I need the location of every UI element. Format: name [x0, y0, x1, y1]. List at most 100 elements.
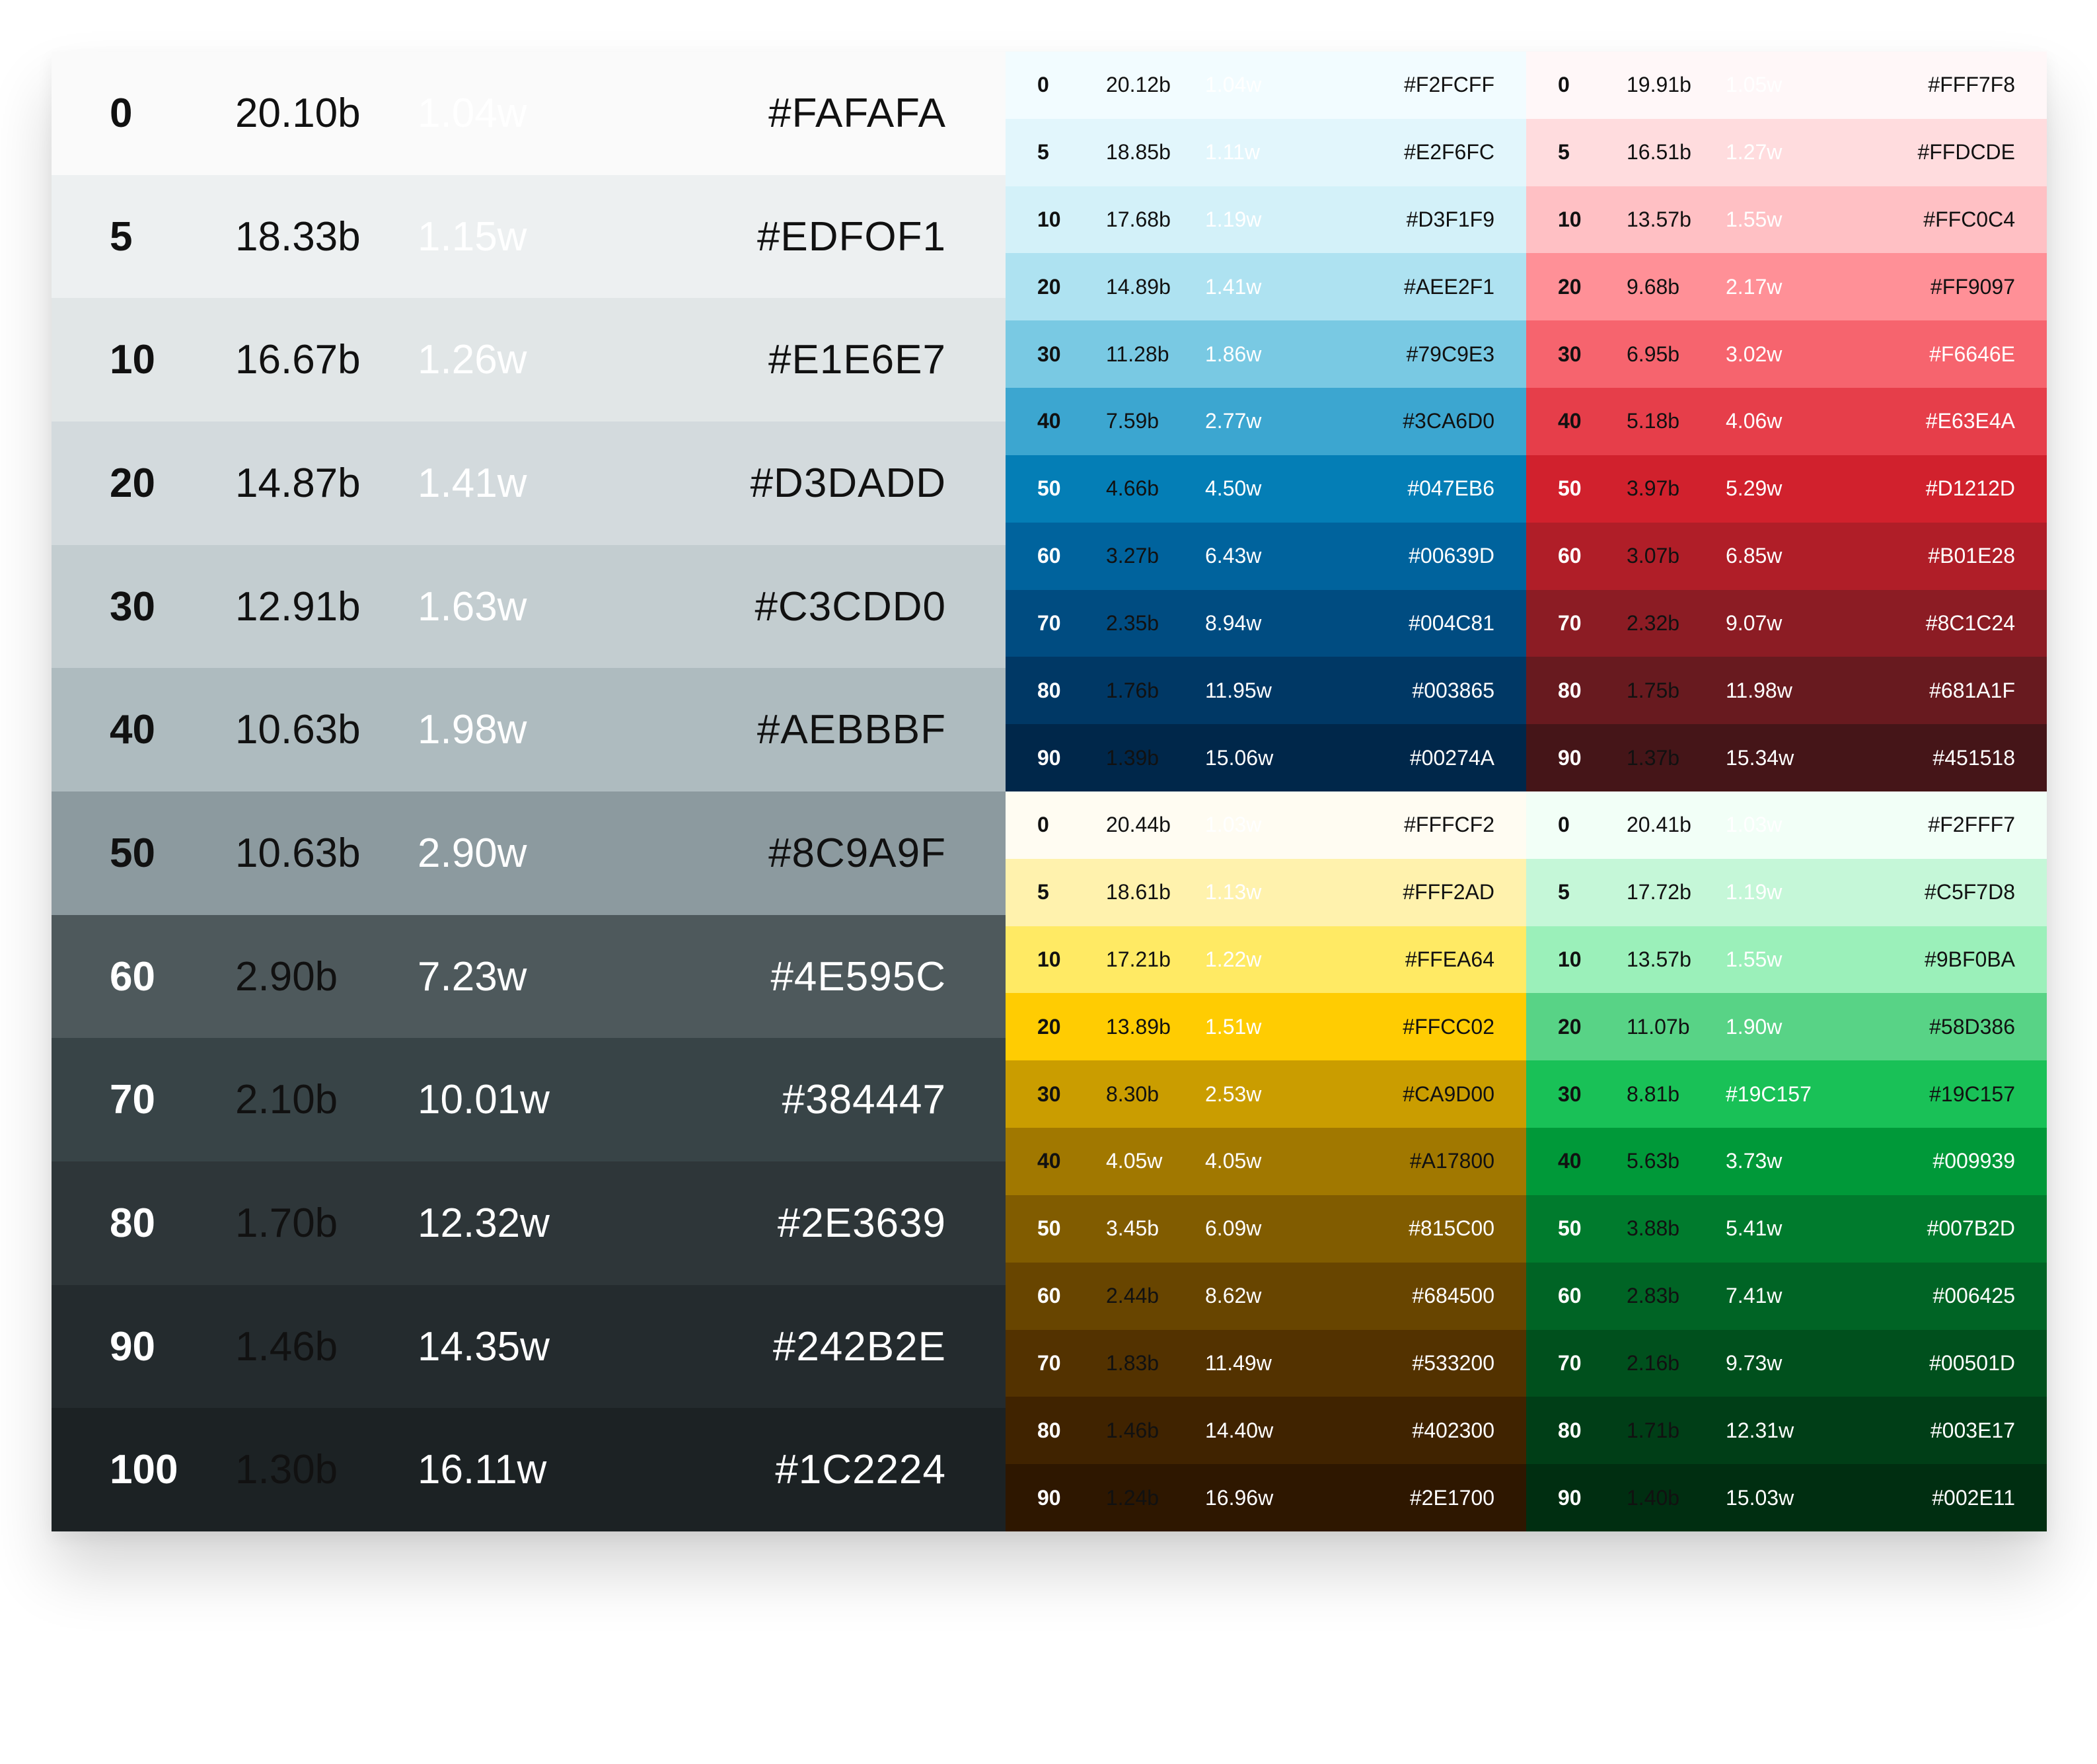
yellow-row-60: 60 2.44b 8.62w #684500 — [1006, 1262, 1526, 1330]
step-label: 100 — [110, 1447, 178, 1493]
contrast-black: 8.30b — [1106, 1082, 1159, 1106]
step-label: 0 — [1037, 813, 1049, 837]
contrast-white: 14.35w — [418, 1323, 550, 1370]
hex-value: #B01E28 — [1928, 544, 2015, 568]
yellow-row-20: 20 13.89b 1.51w #FFCC02 — [1006, 993, 1526, 1061]
step-label: 10 — [1558, 947, 1582, 972]
contrast-black: 17.21b — [1106, 947, 1171, 972]
hex-value: #F6646E — [1929, 342, 2015, 366]
contrast-black: 6.95b — [1627, 342, 1680, 366]
contrast-black: 3.45b — [1106, 1216, 1159, 1241]
contrast-white: 11.49w — [1205, 1350, 1272, 1375]
contrast-black: 2.44b — [1106, 1284, 1159, 1308]
contrast-black: 10.63b — [235, 830, 361, 876]
contrast-black: 7.59b — [1106, 409, 1159, 433]
green-row-60: 60 2.83b 7.41w #006425 — [1526, 1262, 2047, 1330]
contrast-white: 6.85w — [1726, 544, 1783, 568]
accent-ramps-grid: 0 20.12b 1.04w #F2FCFF 5 18.85b 1.11w #E2F6FC 10… — [1006, 52, 2047, 1531]
hex-value: #CA9D00 — [1403, 1082, 1494, 1106]
step-label: 60 — [110, 953, 155, 1000]
red-row-20: 20 9.68b 2.17w #FF9097 — [1526, 253, 2047, 321]
contrast-black: 11.07b — [1627, 1014, 1690, 1039]
neutral-row-5: 5 18.33b 1.15w #EDFOF1 — [52, 174, 1006, 299]
contrast-white: 1.22w — [1205, 947, 1262, 972]
contrast-white: 1.26w — [418, 337, 527, 383]
neutral-row-80: 80 1.70b 12.32w #2E3639 — [52, 1161, 1006, 1285]
step-label: 0 — [110, 90, 133, 136]
contrast-black: 13.57b — [1627, 207, 1691, 232]
contrast-white: 6.09w — [1205, 1216, 1262, 1241]
step-label: 50 — [1558, 476, 1582, 501]
step-label: 70 — [1558, 1350, 1582, 1375]
step-label: 90 — [110, 1323, 155, 1370]
step-label: 0 — [1558, 813, 1570, 837]
hex-value: #8C1C24 — [1925, 610, 2015, 635]
hex-value: #2E1700 — [1409, 1485, 1494, 1510]
step-label: 70 — [1037, 1350, 1061, 1375]
contrast-black: 2.10b — [235, 1077, 338, 1123]
contrast-white: 1.15w — [418, 213, 527, 260]
contrast-black: 4.66b — [1106, 476, 1159, 501]
blue-row-70: 70 2.35b 8.94w #004C81 — [1006, 589, 1526, 657]
contrast-black: 3.27b — [1106, 544, 1159, 568]
contrast-black: 1.30b — [235, 1447, 338, 1493]
yellow-row-80: 80 1.46b 14.40w #402300 — [1006, 1397, 1526, 1465]
contrast-black: 19.91b — [1627, 73, 1691, 97]
contrast-black: 2.16b — [1627, 1350, 1680, 1375]
hex-value: #58D386 — [1929, 1014, 2015, 1039]
neutral-row-40: 40 10.63b 1.98w #AEBBBF — [52, 668, 1006, 792]
step-label: 70 — [110, 1077, 155, 1123]
step-label: 40 — [1558, 1149, 1582, 1173]
yellow-row-40: 40 4.05w 4.05w #A17800 — [1006, 1128, 1526, 1195]
contrast-black: 20.10b — [235, 90, 361, 136]
green-row-80: 80 1.71b 12.31w #003E17 — [1526, 1397, 2047, 1465]
green-row-90: 90 1.40b 15.03w #002E11 — [1526, 1464, 2047, 1531]
contrast-white: 1.51w — [1205, 1014, 1262, 1039]
green-row-20: 20 11.07b 1.90w #58D386 — [1526, 993, 2047, 1061]
hex-value: #C5F7D8 — [1925, 880, 2015, 904]
green-ramp: 0 20.41b 1.03w #F2FFF7 5 17.72b 1.19w #C5F7D8 10… — [1526, 791, 2047, 1531]
contrast-black: 1.75b — [1627, 678, 1680, 702]
step-label: 20 — [1037, 274, 1061, 299]
contrast-black: 1.83b — [1106, 1350, 1159, 1375]
hex-value: #D3F1F9 — [1406, 207, 1494, 232]
red-row-10: 10 13.57b 1.55w #FFC0C4 — [1526, 186, 2047, 254]
contrast-white: 9.07w — [1726, 610, 1783, 635]
neutral-row-20: 20 14.87b 1.41w #D3DADD — [52, 422, 1006, 545]
contrast-black: 2.83b — [1627, 1284, 1680, 1308]
hex-value: #006425 — [1932, 1284, 2015, 1308]
contrast-white: 11.98w — [1726, 678, 1792, 702]
hex-value: #D3DADD — [750, 460, 946, 506]
step-label: 30 — [1037, 342, 1061, 366]
neutral-row-10: 10 16.67b 1.26w #E1E6E7 — [52, 298, 1006, 422]
step-label: 60 — [1558, 1284, 1582, 1308]
hex-value: #FFDCDE — [1917, 140, 2015, 165]
step-label: 70 — [1037, 610, 1061, 635]
contrast-black: 14.87b — [235, 460, 361, 506]
step-label: 40 — [1037, 1149, 1061, 1173]
contrast-black: 18.61b — [1106, 880, 1171, 904]
step-label: 50 — [1037, 1216, 1061, 1241]
hex-value: #A17800 — [1409, 1149, 1494, 1173]
contrast-black: 2.35b — [1106, 610, 1159, 635]
hex-value: #003E17 — [1930, 1418, 2015, 1442]
neutral-row-50: 50 10.63b 2.90w #8C9A9F — [52, 791, 1006, 915]
contrast-black: 9.68b — [1627, 274, 1680, 299]
contrast-white: 1.55w — [1726, 947, 1783, 972]
hex-value: #384447 — [782, 1077, 946, 1123]
step-label: 70 — [1558, 610, 1582, 635]
hex-value: #FAFAFA — [768, 90, 946, 136]
contrast-black: 1.40b — [1627, 1485, 1680, 1510]
neutral-ramp: 0 20.10b 1.04w #FAFAFA 5 18.33b 1.15w #EDFOF1 10… — [52, 52, 1006, 1531]
step-label: 5 — [1037, 880, 1049, 904]
hex-value: #2E3639 — [777, 1200, 946, 1246]
contrast-white: 1.27w — [1726, 140, 1783, 165]
contrast-white: 15.34w — [1726, 745, 1794, 770]
blue-row-30: 30 11.28b 1.86w #79C9E3 — [1006, 320, 1526, 388]
step-label: 50 — [1558, 1216, 1582, 1241]
yellow-row-5: 5 18.61b 1.13w #FFF2AD — [1006, 858, 1526, 926]
green-row-10: 10 13.57b 1.55w #9BF0BA — [1526, 926, 2047, 994]
step-label: 10 — [1037, 947, 1061, 972]
yellow-row-0: 0 20.44b 1.03w #FFFCF2 — [1006, 791, 1526, 859]
hex-value: #FFC0C4 — [1923, 207, 2015, 232]
